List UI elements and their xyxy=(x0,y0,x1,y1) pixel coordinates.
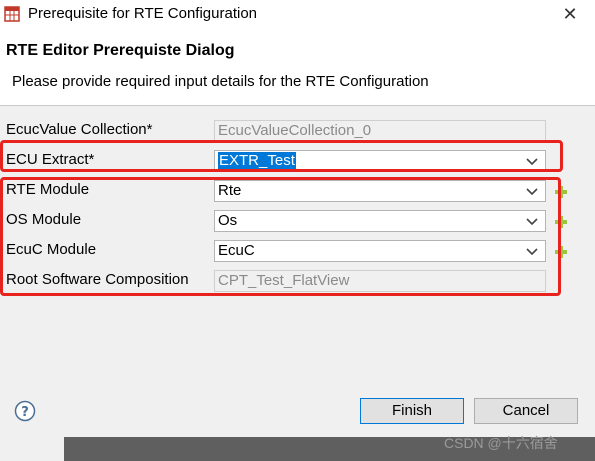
finish-button[interactable]: Finish xyxy=(360,398,464,424)
modules-highlight-box xyxy=(0,177,561,296)
window-title: Prerequisite for RTE Configuration xyxy=(28,5,257,22)
ecu-extract-highlight-box xyxy=(0,140,563,172)
svg-text:?: ? xyxy=(21,405,29,420)
close-button[interactable]: ✕ xyxy=(555,2,585,26)
dialog-title: RTE Editor Prerequiste Dialog xyxy=(6,42,235,59)
window-titlebar: Prerequisite for RTE Configuration ✕ xyxy=(0,0,595,30)
ecucvalue-collection-value: EcucValueCollection_0 xyxy=(218,122,372,139)
ecucvalue-collection-label: EcucValue Collection* xyxy=(6,121,153,138)
help-icon[interactable]: ? xyxy=(14,400,36,422)
watermark-text: CSDN @十六宿舍 xyxy=(444,435,558,451)
ecucvalue-collection-field: EcucValueCollection_0 xyxy=(214,120,546,142)
dialog-description: Please provide required input details fo… xyxy=(12,73,429,90)
grid-table-icon xyxy=(4,6,20,22)
bottom-strip xyxy=(0,437,64,461)
dialog-header: RTE Editor Prerequiste Dialog Please pro… xyxy=(0,30,595,106)
cancel-button[interactable]: Cancel xyxy=(474,398,578,424)
close-icon: ✕ xyxy=(562,4,578,24)
